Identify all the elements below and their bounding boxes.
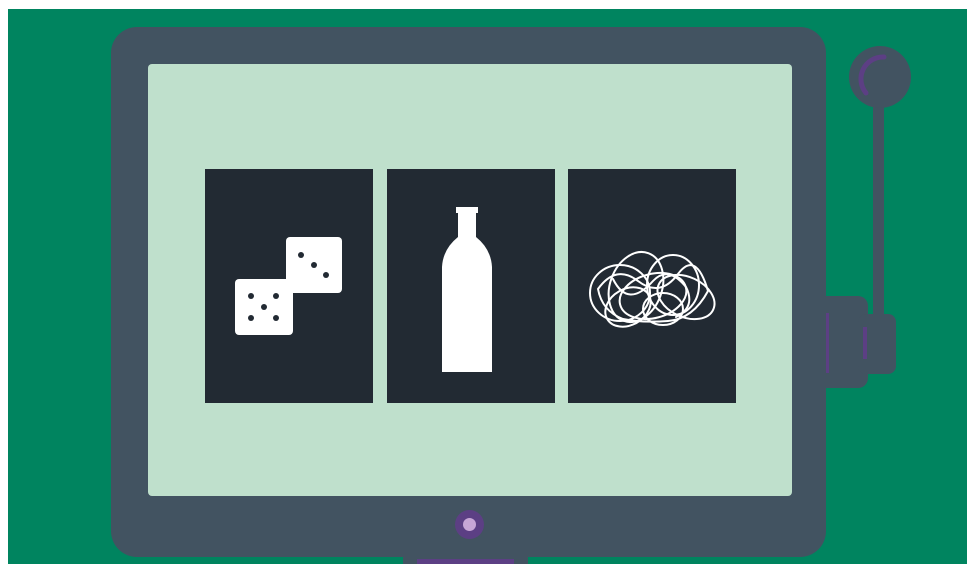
- slot-machine-illustration: [8, 9, 967, 564]
- dice-icon: [235, 237, 342, 335]
- housing-accent-right: [863, 327, 867, 359]
- scribble-icon: [589, 251, 716, 328]
- machine-stand: [403, 555, 528, 564]
- lever-stem: [873, 101, 884, 341]
- machine-screen: [148, 64, 792, 496]
- reel-2: [387, 169, 555, 403]
- reel-1: [205, 169, 373, 403]
- machine-body: [111, 27, 826, 557]
- lever-knob-icon[interactable]: [846, 43, 916, 113]
- indicator-light: [455, 510, 484, 539]
- reel-3: [568, 169, 736, 403]
- bottle-icon: [442, 207, 492, 372]
